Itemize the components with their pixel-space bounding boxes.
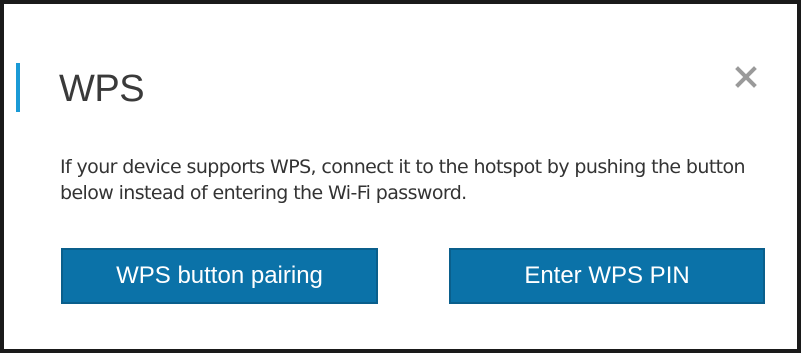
wps-button-pairing-button[interactable]: WPS button pairing: [61, 248, 378, 304]
close-icon: [735, 66, 757, 88]
wps-dialog: WPS If your device supports WPS, connect…: [0, 0, 801, 353]
close-button[interactable]: [729, 60, 763, 94]
enter-wps-pin-button[interactable]: Enter WPS PIN: [449, 248, 765, 304]
dialog-title: WPS: [59, 68, 145, 110]
dialog-description: If your device supports WPS, connect it …: [60, 156, 746, 204]
title-accent-bar: [16, 63, 20, 112]
